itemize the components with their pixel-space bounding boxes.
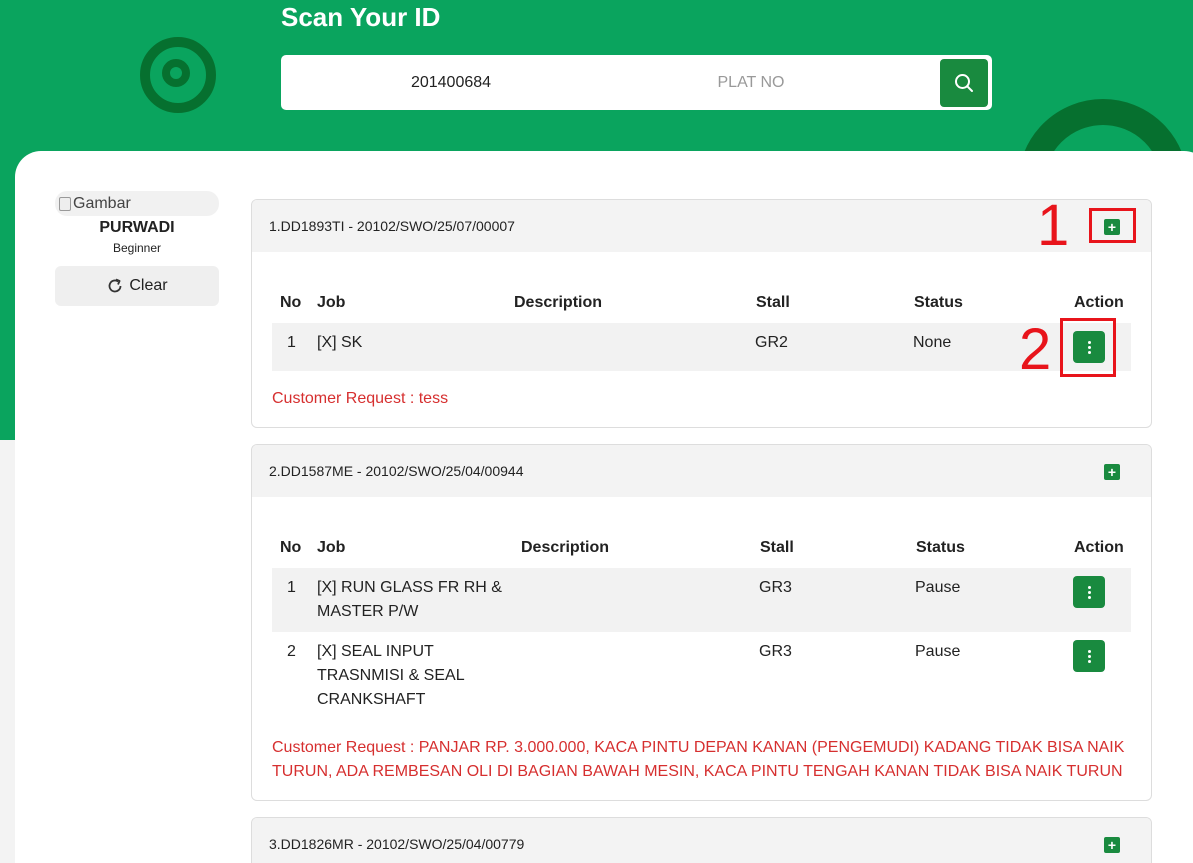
work-order-title: 3.DD1826MR - 20102/SWO/25/04/00779 [269, 836, 525, 852]
plat-no-input[interactable] [601, 65, 901, 100]
row-stall: GR3 [759, 579, 792, 596]
dot-icon [1087, 595, 1091, 599]
row-job: [X] SEAL INPUT TRASNMISI & SEAL CRANKSHA… [317, 640, 517, 712]
dot-icon [1087, 585, 1091, 589]
row-stall: GR3 [759, 643, 792, 660]
refresh-icon [108, 278, 122, 293]
avatar-alt-text: Gambar [73, 195, 131, 212]
plus-icon: + [1107, 464, 1117, 480]
table-row [272, 323, 1131, 371]
dot-icon [1087, 659, 1091, 663]
row-status: Pause [915, 579, 961, 596]
customer-request: Customer Request : tess [272, 390, 449, 407]
dot-icon [1087, 590, 1091, 594]
customer-request-line: Customer Request : PANJAR RP. 3.000.000,… [272, 739, 1125, 756]
column-header-no: No [280, 294, 302, 311]
work-order-header: 1.DD1893TI - 20102/SWO/25/07/00007 + [252, 200, 1151, 252]
search-button[interactable] [940, 59, 988, 107]
row-job-line: CRANKSHAFT [317, 691, 426, 708]
column-header-action: Action [1074, 539, 1124, 556]
dot-icon [1087, 649, 1091, 653]
work-order-card: 3.DD1826MR - 20102/SWO/25/04/00779 + [251, 817, 1152, 863]
page-title: Scan Your ID [281, 2, 441, 32]
work-order-title: 1.DD1893TI - 20102/SWO/25/07/00007 [269, 218, 515, 234]
row-no: 1 [287, 579, 296, 596]
column-header-action: Action [1074, 294, 1124, 311]
column-header-job: Job [317, 539, 346, 556]
customer-request-line: TURUN, ADA REMBESAN OLI DI BAGIAN BAWAH … [272, 763, 1123, 780]
search-icon [955, 74, 973, 92]
work-order-header: 3.DD1826MR - 20102/SWO/25/04/00779 + [252, 818, 1151, 863]
user-level: Beginner [112, 241, 162, 255]
row-no: 1 [287, 334, 296, 351]
work-order-card: 1.DD1893TI - 20102/SWO/25/07/00007 + No … [251, 199, 1152, 428]
search-bar [281, 55, 992, 110]
column-header-status: Status [914, 294, 963, 311]
add-job-button[interactable]: + [1104, 464, 1120, 480]
clear-button[interactable]: Clear [55, 266, 219, 306]
id-input[interactable] [301, 65, 601, 100]
column-header-description: Description [521, 539, 610, 556]
plus-icon: + [1107, 837, 1117, 853]
clear-label: Clear [129, 277, 168, 294]
column-header-job: Job [317, 294, 346, 311]
annotation-number-2: 2 [1019, 317, 1052, 382]
broken-image-icon [59, 196, 71, 211]
column-header-status: Status [916, 539, 965, 556]
row-job-line: MASTER P/W [317, 603, 419, 620]
row-status: Pause [915, 643, 961, 660]
row-action-menu-button[interactable] [1073, 576, 1105, 608]
dot-icon [1087, 654, 1091, 658]
target-logo-icon [140, 37, 216, 113]
row-action-menu-button[interactable] [1073, 640, 1105, 672]
row-job: [X] SK [317, 334, 363, 351]
annotation-number-1: 1 [1037, 193, 1070, 258]
add-job-button[interactable]: + [1104, 837, 1120, 853]
work-order-title: 2.DD1587ME - 20102/SWO/25/04/00944 [269, 463, 524, 479]
row-job-line: [X] RUN GLASS FR RH & [317, 579, 502, 596]
work-order-header: 2.DD1587ME - 20102/SWO/25/04/00944 + [252, 445, 1151, 497]
row-no: 2 [287, 643, 296, 660]
annotation-box-2 [1060, 318, 1116, 377]
column-header-stall: Stall [760, 539, 794, 556]
column-header-stall: Stall [756, 294, 790, 311]
row-job: [X] RUN GLASS FR RH & MASTER P/W [317, 576, 517, 624]
avatar: Gambar [55, 191, 219, 216]
row-stall: GR2 [755, 334, 788, 351]
row-job-line: TRASNMISI & SEAL [317, 667, 465, 684]
user-name: PURWADI [99, 219, 175, 236]
annotation-box-1 [1089, 208, 1136, 243]
work-order-card: 2.DD1587ME - 20102/SWO/25/04/00944 + No … [251, 444, 1152, 801]
row-status: None [913, 334, 952, 351]
column-header-no: No [280, 539, 302, 556]
customer-request: Customer Request : PANJAR RP. 3.000.000,… [272, 736, 1142, 784]
row-job-line: [X] SEAL INPUT [317, 643, 434, 660]
column-header-description: Description [514, 294, 603, 311]
